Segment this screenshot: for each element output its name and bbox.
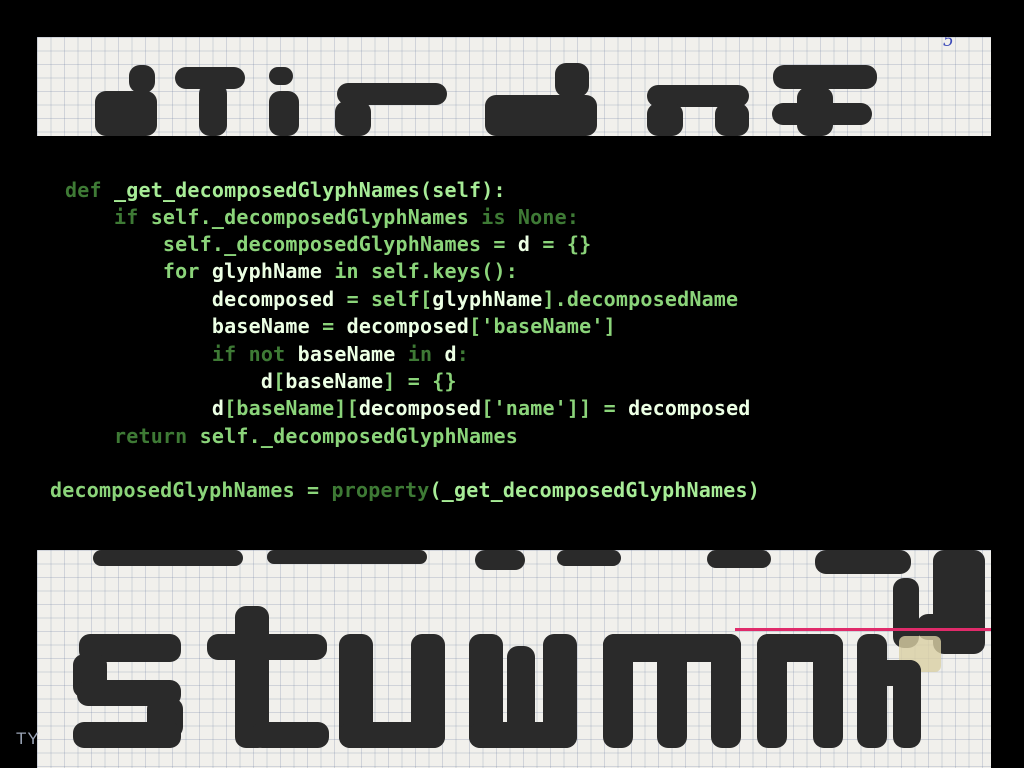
code-token: d <box>211 396 225 420</box>
code-token: self._decomposedGlyphNames <box>138 205 482 229</box>
code-token: def <box>65 178 102 202</box>
ink-stroke <box>815 550 911 574</box>
ink-stroke <box>73 722 181 748</box>
code-line-3: self._decomposedGlyphNames = d = {} <box>65 231 591 258</box>
code-token: glyphName <box>211 259 323 283</box>
ink-stroke <box>207 634 327 660</box>
ink-stroke <box>707 550 771 568</box>
code-token: in <box>395 342 445 366</box>
ink-stroke <box>485 95 597 136</box>
code-token: baseName <box>211 314 310 338</box>
code-line-7: if not baseName in d: <box>65 341 469 368</box>
ink-stroke <box>251 722 329 748</box>
code-token: : <box>566 205 580 229</box>
code-token: = self[ <box>334 287 433 311</box>
code-token: return <box>113 424 188 448</box>
code-token: decomposed <box>628 396 751 420</box>
code-token: decomposed <box>346 314 469 338</box>
code-token: self._decomposedGlyphNames <box>187 424 518 448</box>
code-panel: def _get_decomposedGlyphNames(self): if … <box>0 136 1024 550</box>
code-token: property <box>331 478 430 502</box>
ink-stroke <box>772 103 872 125</box>
code-token: decomposed <box>358 396 482 420</box>
ink-stroke <box>339 722 445 748</box>
code-token: if <box>113 205 139 229</box>
letterform-photo-top: 5 <box>37 37 991 136</box>
code-token: glyphName <box>432 287 543 311</box>
code-token: baseName <box>297 342 396 366</box>
code-token: [baseName][ <box>224 396 359 420</box>
ink-stroke <box>657 634 687 748</box>
ink-stroke <box>557 550 621 566</box>
ink-stroke <box>335 101 371 136</box>
code-token: in self.keys(): <box>322 259 518 283</box>
slide: 5 def _get_decomposedGlyphNames(self): i… <box>0 0 1024 768</box>
ink-stroke <box>269 91 299 136</box>
ink-stroke <box>199 83 227 136</box>
code-token: decomposedGlyphNames = <box>50 478 332 502</box>
code-token: d <box>444 342 457 366</box>
code-token: if not <box>211 342 286 366</box>
code-token: ] = {} <box>383 369 457 393</box>
code-token: d <box>517 232 531 256</box>
code-token: [ <box>273 369 286 393</box>
code-token: ].decomposedName <box>542 287 739 311</box>
code-token: = <box>309 314 347 338</box>
ink-stroke <box>893 660 921 748</box>
ink-stroke <box>711 634 741 748</box>
code-token: : <box>456 342 470 366</box>
code-line-2: if self._decomposedGlyphNames is None: <box>65 204 579 231</box>
code-line-10: return self._decomposedGlyphNames <box>65 423 518 450</box>
ink-stroke <box>129 65 155 93</box>
code-token: decomposed <box>211 287 335 311</box>
code-token: ['baseName'] <box>469 314 616 338</box>
ink-stroke <box>857 634 887 748</box>
code-token: for <box>65 259 212 283</box>
code-token: _get_decomposedGlyphNames(self): <box>101 178 506 202</box>
code-token: baseName <box>285 369 384 393</box>
red-margin-line <box>735 628 991 631</box>
ink-stroke <box>269 67 293 85</box>
ink-stroke <box>715 103 749 136</box>
code-token: self._decomposedGlyphNames = <box>65 232 518 256</box>
ink-stroke <box>813 634 843 748</box>
code-line-5: decomposed = self[glyphName].decomposedN… <box>65 286 738 313</box>
ink-stroke <box>773 65 877 89</box>
ink-stroke <box>267 550 427 564</box>
page-number-mark: 5 <box>943 37 954 51</box>
code-token: ['name']] = <box>481 396 629 420</box>
code-token: d <box>260 369 274 393</box>
code-line-1: def _get_decomposedGlyphNames(self): <box>65 177 506 204</box>
ink-stroke <box>475 550 525 570</box>
footer-label: TY <box>16 729 40 748</box>
ink-stroke <box>555 63 589 97</box>
code-line-11: decomposedGlyphNames = property(_get_dec… <box>50 477 760 504</box>
code-line-8: d[baseName] = {} <box>65 368 457 395</box>
code-token: = {} <box>530 232 592 256</box>
code-line-9: d[baseName][decomposed['name']] = decomp… <box>65 395 751 422</box>
code-line-4: for glyphName in self.keys(): <box>65 258 518 285</box>
ink-stroke <box>469 722 577 748</box>
ink-stroke <box>647 103 683 136</box>
code-token: is None <box>481 205 567 229</box>
code-line-6: baseName = decomposed['baseName'] <box>65 313 616 340</box>
letterform-photo-bottom <box>37 550 991 768</box>
ink-stroke <box>95 91 157 136</box>
ink-stroke <box>93 550 243 566</box>
code-token: (_get_decomposedGlyphNames) <box>429 478 760 502</box>
